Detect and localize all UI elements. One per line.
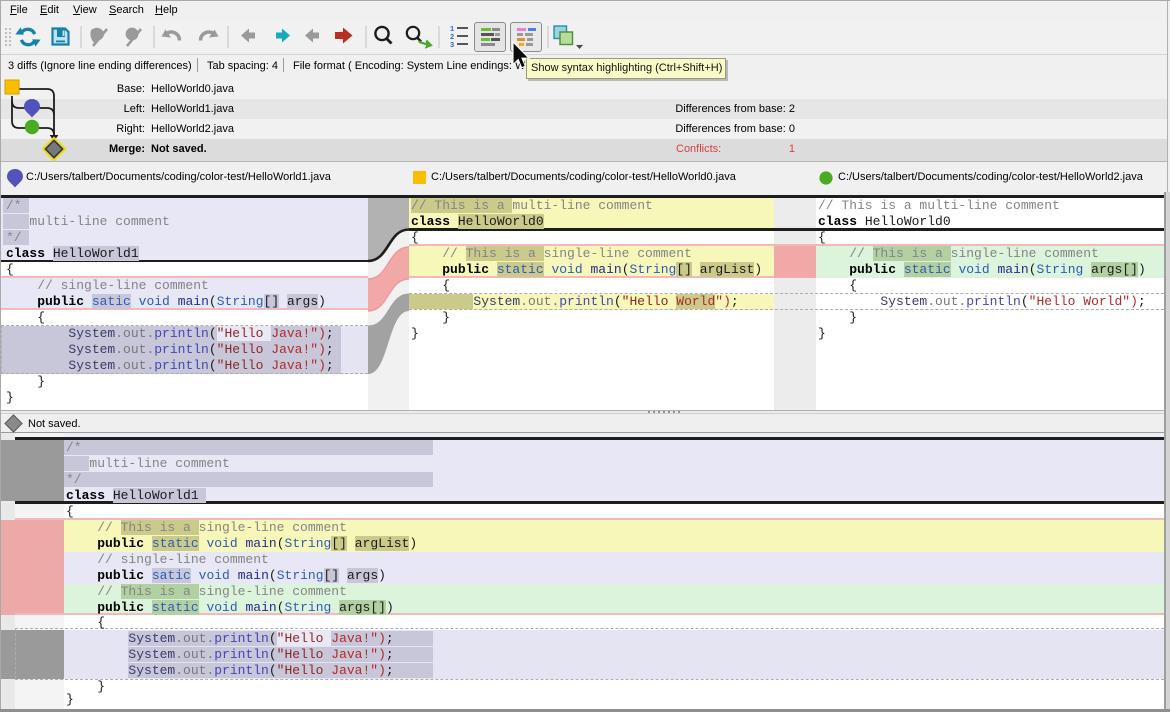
svg-text:3: 3 [450, 40, 454, 49]
